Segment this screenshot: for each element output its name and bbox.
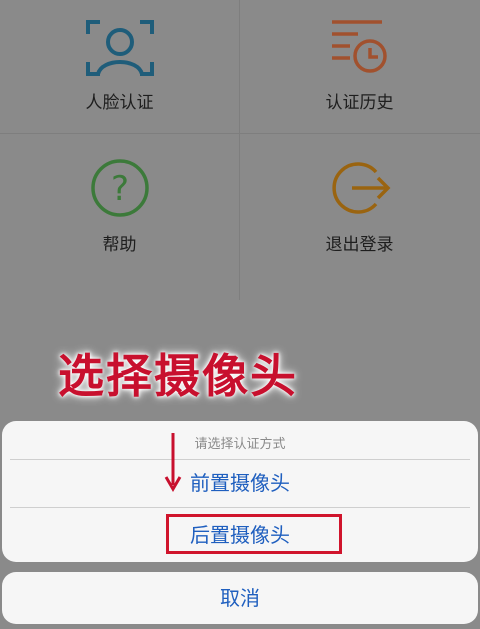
logout-label: 退出登录 — [325, 235, 394, 255]
menu-item-logout[interactable]: 退出登录 — [240, 134, 479, 300]
menu-grid: 人脸认证 认证历史 ? 帮助 退出登录 — [0, 0, 480, 300]
face-scan-icon — [86, 20, 154, 76]
sheet-divider — [10, 507, 470, 508]
cancel-button[interactable]: 取消 — [2, 572, 478, 624]
cancel-sheet: 取消 — [2, 572, 478, 624]
menu-item-auth-history[interactable]: 认证历史 — [240, 0, 479, 133]
menu-item-face-auth[interactable]: 人脸认证 — [0, 0, 239, 133]
annotation-down-arrow-icon — [164, 433, 182, 492]
logout-arrow-icon — [332, 162, 391, 214]
action-sheet-title: 请选择认证方式 — [194, 437, 286, 452]
help-question-icon: ? — [91, 159, 149, 217]
svg-text:?: ? — [111, 169, 129, 209]
auth-history-label: 认证历史 — [325, 93, 394, 113]
history-clock-icon — [332, 20, 387, 73]
help-label: 帮助 — [102, 235, 137, 255]
face-auth-label: 人脸认证 — [85, 93, 154, 113]
annotation-highlight-box — [166, 514, 342, 554]
menu-item-help[interactable]: ? 帮助 — [0, 134, 239, 300]
front-camera-option[interactable]: 前置摄像头 — [2, 459, 478, 507]
annotation-title: 选择摄像头 — [58, 349, 298, 403]
